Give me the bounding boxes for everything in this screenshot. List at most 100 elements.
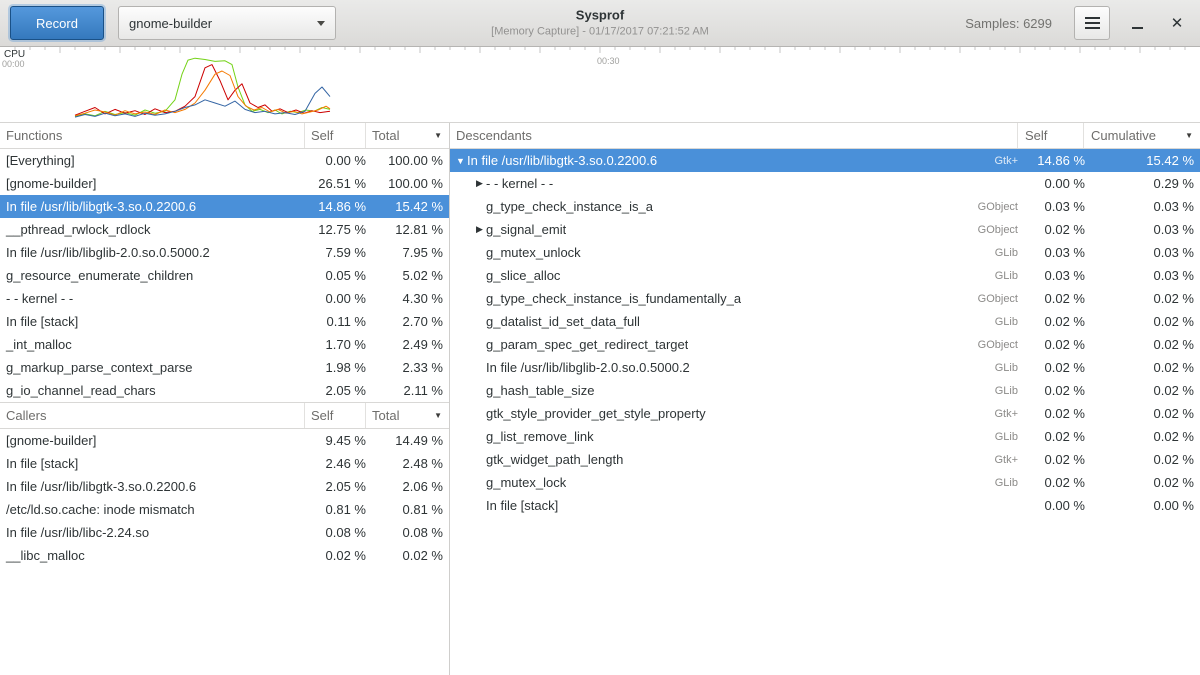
function-name: g_mutex_unlock	[486, 245, 581, 260]
self-percent: 1.70 %	[312, 337, 373, 352]
self-percent: 0.08 %	[312, 525, 373, 540]
tree-row[interactable]: gtk_style_provider_get_style_propertyGtk…	[450, 402, 1200, 425]
cumulative-percent: 0.29 %	[1092, 176, 1200, 191]
function-name: In file [stack]	[0, 456, 312, 471]
tree-row[interactable]: g_datalist_id_set_data_fullGLib0.02 %0.0…	[450, 310, 1200, 333]
table-row[interactable]: - - kernel - -0.00 %4.30 %	[0, 287, 449, 310]
process-selector-dropdown[interactable]: gnome-builder	[118, 6, 336, 40]
tree-row[interactable]: ▶g_signal_emitGObject0.02 %0.03 %	[450, 218, 1200, 241]
total-column-header[interactable]: Total▼	[365, 403, 449, 428]
self-percent: 14.86 %	[1027, 153, 1092, 168]
descendants-column-header[interactable]: Descendants	[450, 123, 1017, 148]
descendants-table-header: Descendants Self Cumulative ▼	[450, 123, 1200, 149]
table-row[interactable]: __pthread_rwlock_rdlock12.75 %12.81 %	[0, 218, 449, 241]
function-name: g_type_check_instance_is_fundamentally_a	[486, 291, 741, 306]
table-row[interactable]: In file /usr/lib/libgtk-3.so.0.2200.614.…	[0, 195, 449, 218]
function-name: [Everything]	[0, 153, 312, 168]
total-percent: 100.00 %	[373, 176, 449, 191]
self-percent: 0.02 %	[1027, 337, 1092, 352]
total-percent: 0.08 %	[373, 525, 449, 540]
self-percent: 0.00 %	[1027, 498, 1092, 513]
table-row[interactable]: In file [stack]2.46 %2.48 %	[0, 452, 449, 475]
self-column-header[interactable]: Self	[1017, 123, 1083, 148]
self-percent: 0.05 %	[312, 268, 373, 283]
close-icon: ✕	[1171, 14, 1184, 32]
total-percent: 14.49 %	[373, 433, 449, 448]
self-column-header[interactable]: Self	[304, 123, 365, 148]
callers-column-header[interactable]: Callers	[0, 403, 304, 428]
self-percent: 0.81 %	[312, 502, 373, 517]
table-row[interactable]: In file /usr/lib/libgtk-3.so.0.2200.62.0…	[0, 475, 449, 498]
tree-row[interactable]: g_list_remove_linkGLib0.02 %0.02 %	[450, 425, 1200, 448]
table-row[interactable]: [gnome-builder]26.51 %100.00 %	[0, 172, 449, 195]
expander-down-icon[interactable]: ▼	[454, 156, 467, 166]
close-button[interactable]: ✕	[1164, 10, 1190, 36]
function-name: g_hash_table_size	[486, 383, 594, 398]
descendants-header-label: Descendants	[456, 128, 532, 143]
function-name: In file /usr/lib/libc-2.24.so	[0, 525, 312, 540]
table-row[interactable]: __libc_malloc0.02 %0.02 %	[0, 544, 449, 567]
sysprof-window: Record gnome-builder Sysprof [Memory Cap…	[0, 0, 1200, 675]
table-row[interactable]: g_markup_parse_context_parse1.98 %2.33 %	[0, 356, 449, 379]
tree-row[interactable]: g_param_spec_get_redirect_targetGObject0…	[450, 333, 1200, 356]
table-row[interactable]: _int_malloc1.70 %2.49 %	[0, 333, 449, 356]
function-name: In file /usr/lib/libglib-2.0.so.0.5000.2	[0, 245, 312, 260]
self-percent: 0.02 %	[1027, 406, 1092, 421]
expander-right-icon[interactable]: ▶	[473, 224, 486, 235]
cumulative-percent: 0.02 %	[1092, 383, 1200, 398]
capture-subtitle: [Memory Capture] - 01/17/2017 07:21:52 A…	[491, 24, 709, 38]
function-name: In file /usr/lib/libgtk-3.so.0.2200.6	[467, 153, 657, 168]
function-name: In file [stack]	[0, 314, 312, 329]
table-row[interactable]: In file [stack]0.11 %2.70 %	[0, 310, 449, 333]
self-percent: 0.00 %	[1027, 176, 1092, 191]
headerbar: Record gnome-builder Sysprof [Memory Cap…	[0, 0, 1200, 47]
table-row[interactable]: [Everything]0.00 %100.00 %	[0, 149, 449, 172]
minimize-button[interactable]	[1124, 10, 1150, 36]
function-name: In file /usr/lib/libgtk-3.so.0.2200.6	[0, 479, 312, 494]
self-percent: 0.02 %	[1027, 475, 1092, 490]
self-percent: 0.02 %	[1027, 222, 1092, 237]
function-name: [gnome-builder]	[0, 176, 312, 191]
tree-row[interactable]: In file /usr/lib/libglib-2.0.so.0.5000.2…	[450, 356, 1200, 379]
function-name: g_datalist_id_set_data_full	[486, 314, 640, 329]
self-percent: 0.02 %	[312, 548, 373, 563]
tree-row[interactable]: ▶- - kernel - -0.00 %0.29 %	[450, 172, 1200, 195]
self-percent: 0.02 %	[1027, 360, 1092, 375]
tree-row[interactable]: gtk_widget_path_lengthGtk+0.02 %0.02 %	[450, 448, 1200, 471]
table-row[interactable]: g_resource_enumerate_children0.05 %5.02 …	[0, 264, 449, 287]
record-button[interactable]: Record	[10, 6, 104, 40]
table-row[interactable]: /etc/ld.so.cache: inode mismatch0.81 %0.…	[0, 498, 449, 521]
minimize-icon	[1132, 27, 1143, 29]
function-name: /etc/ld.so.cache: inode mismatch	[0, 502, 312, 517]
tree-row[interactable]: g_type_check_instance_is_aGObject0.03 %0…	[450, 195, 1200, 218]
callers-table-header: Callers Self Total▼	[0, 402, 449, 429]
total-column-header[interactable]: Total▼	[365, 123, 449, 148]
cumulative-header-label: Cumulative	[1091, 128, 1156, 143]
function-name: _int_malloc	[0, 337, 312, 352]
tree-row[interactable]: g_slice_allocGLib0.03 %0.03 %	[450, 264, 1200, 287]
tree-row[interactable]: In file [stack]0.00 %0.00 %	[450, 494, 1200, 517]
self-column-header[interactable]: Self	[304, 403, 365, 428]
tree-row[interactable]: g_type_check_instance_is_fundamentally_a…	[450, 287, 1200, 310]
cumulative-column-header[interactable]: Cumulative ▼	[1083, 123, 1200, 148]
sort-indicator-icon: ▼	[1185, 131, 1193, 140]
self-percent: 0.02 %	[1027, 291, 1092, 306]
tree-row[interactable]: g_mutex_lockGLib0.02 %0.02 %	[450, 471, 1200, 494]
expander-right-icon[interactable]: ▶	[473, 178, 486, 189]
function-name: g_markup_parse_context_parse	[0, 360, 312, 375]
self-header-label: Self	[1025, 128, 1047, 143]
functions-column-header[interactable]: Functions	[0, 123, 304, 148]
table-row[interactable]: [gnome-builder]9.45 %14.49 %	[0, 429, 449, 452]
cumulative-percent: 0.03 %	[1092, 245, 1200, 260]
cumulative-percent: 0.00 %	[1092, 498, 1200, 513]
tree-row[interactable]: g_mutex_unlockGLib0.03 %0.03 %	[450, 241, 1200, 264]
tree-row[interactable]: ▼In file /usr/lib/libgtk-3.so.0.2200.6Gt…	[450, 149, 1200, 172]
menu-button[interactable]	[1074, 6, 1110, 40]
library-badge: GLib	[995, 385, 1027, 397]
function-name: g_signal_emit	[486, 222, 566, 237]
table-row[interactable]: In file /usr/lib/libglib-2.0.so.0.5000.2…	[0, 241, 449, 264]
cpu-timeline[interactable]: CPU 00:00 00:30	[0, 47, 1200, 123]
tree-row[interactable]: g_hash_table_sizeGLib0.02 %0.02 %	[450, 379, 1200, 402]
table-row[interactable]: In file /usr/lib/libc-2.24.so0.08 %0.08 …	[0, 521, 449, 544]
table-row[interactable]: g_io_channel_read_chars2.05 %2.11 %	[0, 379, 449, 402]
